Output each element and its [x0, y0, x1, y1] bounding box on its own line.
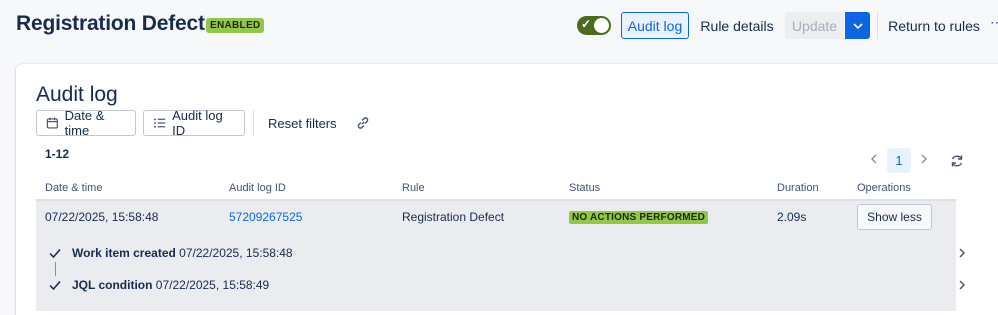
chevron-down-icon: [852, 22, 863, 29]
audit-log-heading: Audit log: [36, 83, 118, 106]
timeline-connector: [55, 262, 56, 276]
return-to-rules-button[interactable]: Return to rules: [886, 12, 982, 39]
expand-detail-button[interactable]: [956, 278, 968, 292]
rule-title: Registration Defect: [16, 12, 205, 35]
chevron-right-icon: [921, 154, 927, 164]
date-time-filter-label: Date & time: [64, 108, 105, 138]
status-badge: NO ACTIONS PERFORMED: [569, 211, 709, 224]
refresh-icon: [951, 155, 963, 167]
rule-details-button[interactable]: Rule details: [697, 12, 777, 39]
column-header-rule[interactable]: Rule: [402, 182, 425, 194]
rule-state-badge: ENABLED: [206, 18, 265, 33]
chevron-right-icon: [959, 280, 965, 290]
row-duration: 2.09s: [777, 210, 807, 224]
link-icon: [357, 117, 369, 129]
detail-jql-condition: JQL condition 07/22/2025, 15:58:49: [72, 278, 269, 292]
results-count: 1-12: [45, 147, 70, 161]
check-icon: [49, 281, 61, 291]
show-less-button[interactable]: Show less: [857, 204, 932, 230]
check-icon: ✓: [581, 17, 592, 31]
calendar-icon: [46, 117, 58, 129]
filter-divider: [253, 110, 254, 136]
row-audit-log-id-link[interactable]: 57209267525: [229, 210, 302, 224]
audit-log-id-filter[interactable]: Audit log ID: [143, 108, 245, 138]
detail-time: 07/22/2025, 15:58:49: [155, 278, 270, 292]
column-header-audit-log-id[interactable]: Audit log ID: [229, 182, 286, 194]
update-button: Update: [785, 12, 844, 39]
check-icon: [49, 249, 61, 259]
rule-enabled-toggle[interactable]: ✓: [577, 16, 611, 35]
row-date-time: 07/22/2025, 15:58:48: [45, 210, 159, 224]
detail-work-item-created: Work item created 07/22/2025, 15:58:48: [72, 246, 293, 260]
header-divider: [877, 12, 878, 39]
detail-label: Work item created: [72, 246, 176, 260]
expand-detail-button[interactable]: [956, 246, 968, 260]
previous-page-button[interactable]: [866, 150, 882, 168]
reset-filters-button[interactable]: Reset filters: [260, 110, 345, 136]
audit-log-id-filter-label: Audit log ID: [172, 108, 223, 138]
column-header-operations: Operations: [857, 182, 911, 194]
chevron-left-icon: [871, 154, 877, 164]
date-time-filter[interactable]: Date & time: [36, 108, 136, 138]
more-icon[interactable]: ⋯: [990, 14, 998, 31]
next-page-button[interactable]: [916, 150, 932, 168]
page-1-button[interactable]: 1: [887, 148, 911, 173]
list-icon: [153, 118, 166, 128]
detail-label: JQL condition: [72, 278, 153, 292]
audit-log-button[interactable]: Audit log: [621, 12, 689, 39]
column-header-duration[interactable]: Duration: [777, 182, 819, 194]
column-header-date-time[interactable]: Date & time: [45, 182, 102, 194]
chevron-right-icon: [959, 248, 965, 258]
detail-time: 07/22/2025, 15:58:48: [179, 246, 293, 260]
update-options-button[interactable]: [845, 12, 870, 39]
toggle-knob: [594, 18, 609, 33]
copy-link-button[interactable]: [352, 112, 374, 134]
row-rule-name: Registration Defect: [402, 210, 505, 224]
column-header-status[interactable]: Status: [569, 182, 600, 194]
refresh-button[interactable]: [947, 151, 967, 171]
